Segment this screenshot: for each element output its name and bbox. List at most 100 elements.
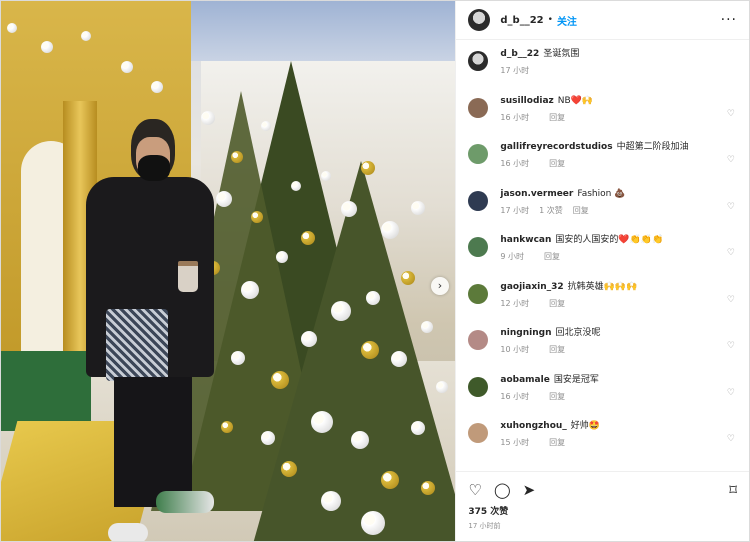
reply-button[interactable]: 回复 <box>549 113 565 122</box>
follow-button[interactable]: 关注 <box>557 13 577 28</box>
heart-icon[interactable]: ♡ <box>727 341 735 351</box>
comment-content: 好帅🤩 <box>570 421 600 431</box>
share-icon[interactable]: ➤ <box>523 481 536 499</box>
comment-username[interactable]: jason.vermeer <box>500 189 573 199</box>
ornament-ball <box>331 301 351 321</box>
comment-username[interactable]: ningningn <box>500 328 551 338</box>
caption-time: 17 小时 <box>500 66 530 75</box>
comment-time: 9 小时 <box>500 252 525 261</box>
comment-username[interactable]: gaojiaxin_32 <box>500 282 563 292</box>
ornament-ball <box>311 411 333 433</box>
ornament-ball <box>301 331 317 347</box>
heart-icon[interactable]: ♡ <box>727 434 735 444</box>
avatar[interactable] <box>468 376 489 397</box>
reply-button[interactable]: 回复 <box>549 438 565 447</box>
post-modal: › d_b__22 • 关注 ··· d_b__22 圣诞氛围 17 小时 su… <box>0 0 750 542</box>
ornament-ball <box>381 471 399 489</box>
comment-row: ningningn 回北京没呢 10 小时 回复 ♡ <box>468 327 737 374</box>
avatar[interactable] <box>468 330 489 350</box>
ornament-ball <box>121 61 133 73</box>
caption-row: d_b__22 圣诞氛围 17 小时 <box>468 48 737 95</box>
comment-username[interactable]: susillodiaz <box>500 96 553 106</box>
caption-username[interactable]: d_b__22 <box>500 49 539 59</box>
comment-row: gaojiaxin_32 抗韩英雄🙌🙌🙌 12 小时 回复 ♡ <box>468 281 737 328</box>
ornament-ball <box>321 171 331 181</box>
reply-button[interactable]: 回复 <box>544 252 560 261</box>
comment-username[interactable]: xuhongzhou_ <box>500 421 566 431</box>
separator-dot: • <box>547 15 553 25</box>
coffee-cup <box>178 261 198 292</box>
ornament-ball <box>381 221 399 239</box>
ornament-ball <box>291 181 301 191</box>
avatar[interactable] <box>468 51 489 71</box>
ornament-ball <box>301 231 315 245</box>
comment-body: hankwcan 国安的人国安的❤️👏👏👏 9 小时 回复 <box>500 234 737 262</box>
avatar[interactable] <box>468 237 489 257</box>
heart-icon[interactable]: ♡ <box>727 248 735 258</box>
avatar[interactable] <box>468 97 489 118</box>
ornament-ball <box>361 341 379 359</box>
avatar[interactable] <box>468 283 489 304</box>
comment-row: aobamale 国安是冠军 16 小时 回复 ♡ <box>468 374 737 421</box>
ornament-ball <box>251 211 263 223</box>
ornament-ball <box>341 201 357 217</box>
comment-text: ningningn 回北京没呢 <box>500 327 737 340</box>
bookmark-icon[interactable]: ⌑ <box>729 481 737 499</box>
comment-row: susillodiaz NB❤️🙌 16 小时 回复 ♡ <box>468 95 737 142</box>
more-icon[interactable]: ··· <box>721 12 737 28</box>
comment-text: gallifreyrecordstudios 中超第二阶段加油 <box>500 141 737 154</box>
sneaker <box>108 523 148 541</box>
ornament-ball <box>216 191 232 207</box>
reply-button[interactable]: 回复 <box>549 392 565 401</box>
comment-content: 国安的人国安的❤️👏👏👏 <box>555 235 664 245</box>
heart-icon[interactable]: ♡ <box>727 202 735 212</box>
comment-time: 17 小时 <box>500 205 530 215</box>
ornament-ball <box>361 511 385 535</box>
comment-likes[interactable]: 1 次赞 <box>539 206 563 215</box>
reply-button[interactable]: 回复 <box>549 159 565 168</box>
avatar[interactable] <box>468 9 491 31</box>
ornament-ball <box>391 351 407 367</box>
heart-icon[interactable]: ♡ <box>468 481 481 499</box>
avatar[interactable] <box>468 144 489 164</box>
post-header: d_b__22 • 关注 ··· <box>456 1 749 40</box>
comment-meta: 17 小时 1 次赞 回复 <box>500 205 737 216</box>
comment-content: Fashion 💩 <box>577 188 626 199</box>
heart-icon[interactable]: ♡ <box>727 295 735 305</box>
comment-icon[interactable]: ◯ <box>494 481 511 499</box>
ornament-ball <box>361 161 375 175</box>
reply-button[interactable]: 回复 <box>573 206 589 215</box>
comment-time: 15 小时 <box>500 438 530 447</box>
person <box>86 119 216 541</box>
floor-green-tile <box>1 351 91 431</box>
comment-content: 国安是冠军 <box>553 374 599 385</box>
like-count[interactable]: 375 次赞 <box>456 504 749 517</box>
heart-icon[interactable]: ♡ <box>727 109 735 119</box>
comment-text: xuhongzhou_ 好帅🤩 <box>500 420 737 433</box>
comment-username[interactable]: hankwcan <box>500 235 551 245</box>
ornament-ball <box>421 321 433 333</box>
tweed-bag <box>106 309 168 381</box>
comment-time: 16 小时 <box>500 159 530 168</box>
avatar[interactable] <box>468 423 489 443</box>
comment-username[interactable]: gallifreyrecordstudios <box>500 142 612 152</box>
ornament-ball <box>276 251 288 263</box>
reply-button[interactable]: 回复 <box>549 345 565 354</box>
heart-icon[interactable]: ♡ <box>727 388 735 398</box>
comment-body: susillodiaz NB❤️🙌 16 小时 回复 <box>500 95 737 123</box>
reply-button[interactable]: 回复 <box>549 299 565 308</box>
comment-time: 10 小时 <box>500 345 530 354</box>
ornament-ball <box>221 421 233 433</box>
heart-icon[interactable]: ♡ <box>727 155 735 165</box>
comment-text: hankwcan 国安的人国安的❤️👏👏👏 <box>500 234 737 247</box>
header-username[interactable]: d_b__22 <box>500 15 543 26</box>
chevron-right-icon[interactable]: › <box>431 277 449 295</box>
avatar[interactable] <box>468 190 489 211</box>
comment-meta: 10 小时 回复 <box>500 344 737 355</box>
ornament-ball <box>411 201 425 215</box>
comment-body: aobamale 国安是冠军 16 小时 回复 <box>500 374 737 402</box>
comment-meta: 9 小时 回复 <box>500 251 737 262</box>
face-mask <box>138 155 170 181</box>
comment-username[interactable]: aobamale <box>500 375 549 385</box>
comment-text: jason.vermeer Fashion 💩 <box>500 188 737 201</box>
